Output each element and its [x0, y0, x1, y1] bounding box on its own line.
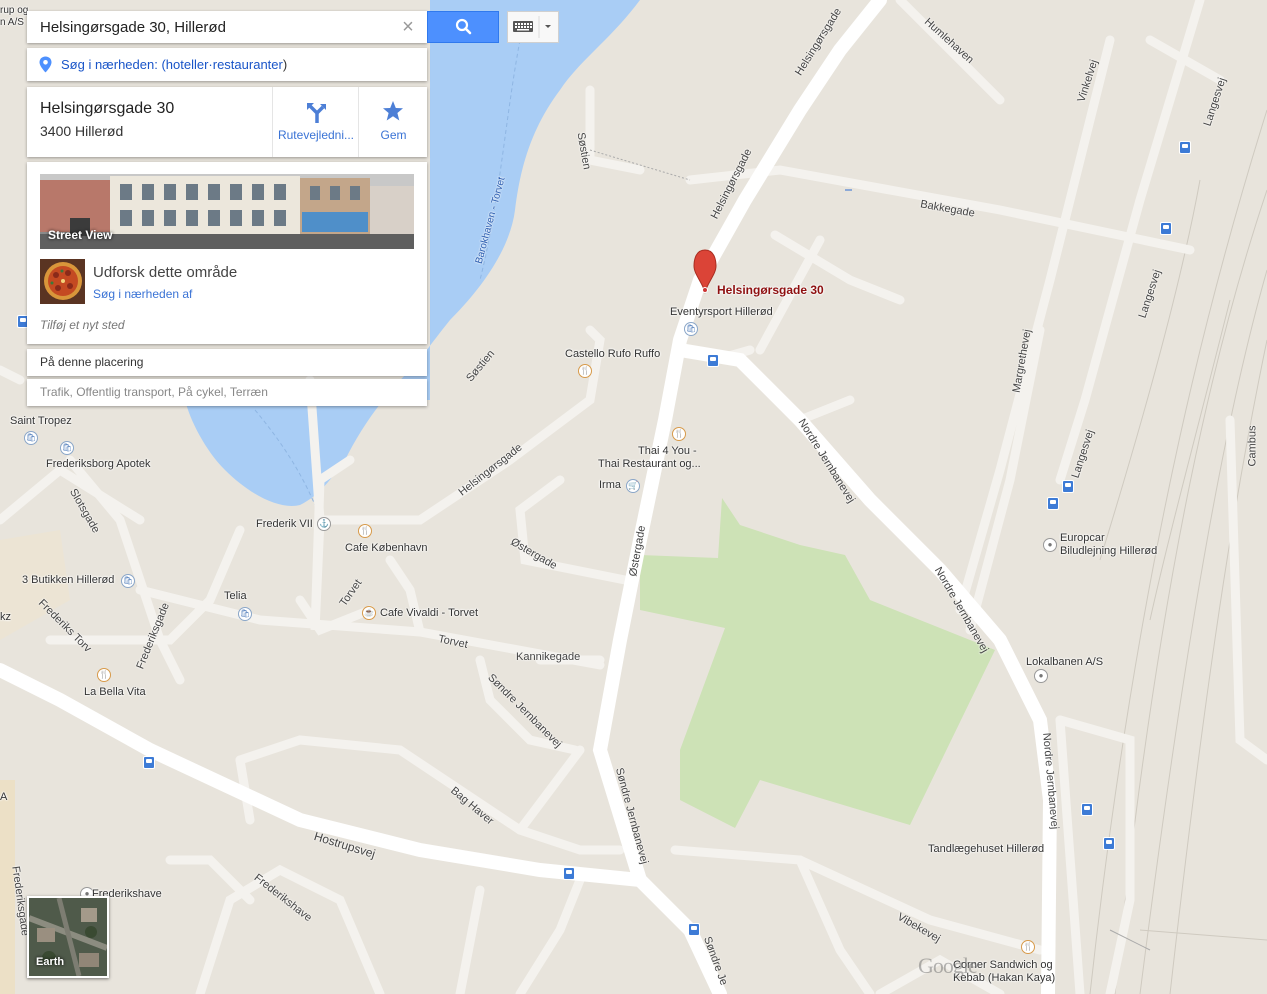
details-card: Street View Udforsk dette område Søg i n… — [27, 162, 427, 344]
bus-stop-icon[interactable] — [143, 756, 155, 769]
chevron-down-icon — [545, 25, 551, 28]
add-place-link[interactable]: Tilføj et nyt sted — [40, 318, 125, 332]
bus-stop-icon[interactable] — [1160, 222, 1172, 235]
street-cambus: Cambus — [1246, 425, 1259, 467]
explore-nearby-link[interactable]: Søg i nærheden af — [93, 287, 192, 301]
place-address-line2: 3400 Hillerød — [40, 123, 124, 139]
nearby-suffix: ) — [282, 57, 288, 72]
earth-label: Earth — [36, 956, 65, 968]
directions-label: Rutevejledni... — [277, 128, 355, 142]
label-cafe-vivaldi: Cafe Vivaldi - Torvet — [380, 607, 479, 619]
save-label: Gem — [380, 128, 407, 142]
street-view-label: Street View — [48, 228, 113, 242]
bus-stop-icon[interactable] — [688, 923, 700, 936]
label-cafe-kobenhavn: Cafe København — [345, 542, 428, 554]
nearby-link[interactable]: hoteller·restauranter — [166, 57, 283, 72]
map-pin-icon — [39, 56, 52, 73]
label-irma: Irma — [599, 479, 621, 491]
save-button[interactable]: Gem — [358, 87, 428, 157]
search-input[interactable] — [27, 11, 387, 43]
label-telia: Telia — [224, 590, 247, 602]
place-icon[interactable]: ● — [1043, 538, 1057, 552]
shopping-icon[interactable]: 🛍 — [24, 431, 38, 445]
label-europcar-1: Europcar — [1060, 532, 1105, 544]
label-eventyrsport: Eventyrsport Hillerød — [670, 306, 773, 318]
label-la-bella-vita: La Bella Vita — [84, 686, 146, 698]
bus-stop-icon[interactable] — [707, 354, 719, 367]
earth-toggle[interactable]: Earth — [27, 896, 109, 978]
keyboard-icon — [513, 16, 551, 38]
restaurant-icon[interactable]: 🍴 — [672, 427, 686, 441]
bus-stop-icon[interactable] — [1103, 837, 1115, 850]
what-here-label: På denne placering — [40, 355, 144, 369]
bus-stop-icon[interactable] — [1179, 141, 1191, 154]
shopping-icon[interactable]: 🛍 — [238, 607, 252, 621]
label-frederik-vii: Frederik VII — [256, 518, 313, 530]
nearby-search-bar: Søg i nærheden: (hoteller·restauranter) — [27, 48, 427, 81]
search-box: × — [27, 11, 427, 43]
label-top-left-2: n A/S — [0, 17, 24, 28]
bus-stop-icon[interactable] — [1062, 480, 1074, 493]
search-icon — [455, 18, 472, 35]
restaurant-icon[interactable]: 🍴 — [97, 668, 111, 682]
street-kannikegade: Kannikegade — [516, 651, 581, 663]
restaurant-icon[interactable]: 🍴 — [358, 524, 372, 538]
label-kz: kz — [0, 611, 11, 623]
explore-title: Udforsk dette område — [93, 264, 238, 281]
directions-button[interactable]: Rutevejledni... — [272, 87, 359, 157]
restaurant-icon[interactable]: 🍴 — [578, 364, 592, 378]
label-tandlaegehuset: Tandlægehuset Hillerød — [928, 843, 1045, 855]
close-icon[interactable]: × — [398, 17, 418, 37]
label-europcar-2: Biludlejning Hillerød — [1060, 545, 1158, 557]
bus-stop-icon[interactable] — [563, 867, 575, 880]
place-card: Helsingørsgade 30 3400 Hillerød Rutevejl… — [27, 87, 427, 157]
marker-label[interactable]: Helsingørsgade 30 — [717, 283, 824, 297]
star-icon — [383, 101, 403, 121]
shopping-cart-icon[interactable]: 🛒 — [626, 479, 640, 493]
bus-stop-icon[interactable] — [1047, 497, 1059, 510]
label-thai-1: Thai 4 You - — [638, 445, 697, 457]
place-address-line1: Helsingørsgade 30 — [40, 100, 175, 117]
label-thai-2: Thai Restaurant og... — [598, 458, 701, 470]
restaurant-icon[interactable]: 🍴 — [1021, 940, 1035, 954]
nearby-prefix: Søg i nærheden: ( — [61, 57, 166, 72]
place-icon[interactable]: ● — [1034, 669, 1048, 683]
label-frederiksborg-apotek: Frederiksborg Apotek — [46, 458, 151, 470]
directions-icon — [307, 103, 326, 123]
layers-label: Trafik, Offentlig transport, På cykel, T… — [40, 385, 268, 399]
what-here-row[interactable]: På denne placering — [27, 349, 427, 376]
keyboard-button[interactable] — [507, 11, 559, 43]
label-lokalbanen: Lokalbanen A/S — [1026, 656, 1104, 668]
label-a: A — [0, 791, 8, 803]
google-logo: Google — [918, 953, 978, 978]
label-top-left-1: rup og — [0, 5, 29, 16]
pizza-thumbnail — [40, 259, 85, 304]
nearby-text: Søg i nærheden: (hoteller·restauranter) — [61, 57, 287, 72]
street-view-thumbnail[interactable]: Street View — [40, 174, 414, 249]
monument-icon[interactable]: ⚓ — [317, 517, 331, 531]
cafe-icon[interactable]: ☕ — [362, 606, 376, 620]
shopping-icon[interactable]: 🛍 — [60, 441, 74, 455]
bus-stop-icon[interactable] — [1081, 803, 1093, 816]
shopping-icon[interactable]: 🛍 — [121, 574, 135, 588]
shopping-icon[interactable]: 🛍 — [684, 322, 698, 336]
label-castello: Castello Rufo Ruffo — [565, 348, 661, 360]
layers-row[interactable]: Trafik, Offentlig transport, På cykel, T… — [27, 379, 427, 406]
label-3-butikken: 3 Butikken Hillerød — [22, 574, 115, 586]
label-saint-tropez: Saint Tropez — [10, 415, 72, 427]
search-button[interactable] — [427, 11, 499, 43]
